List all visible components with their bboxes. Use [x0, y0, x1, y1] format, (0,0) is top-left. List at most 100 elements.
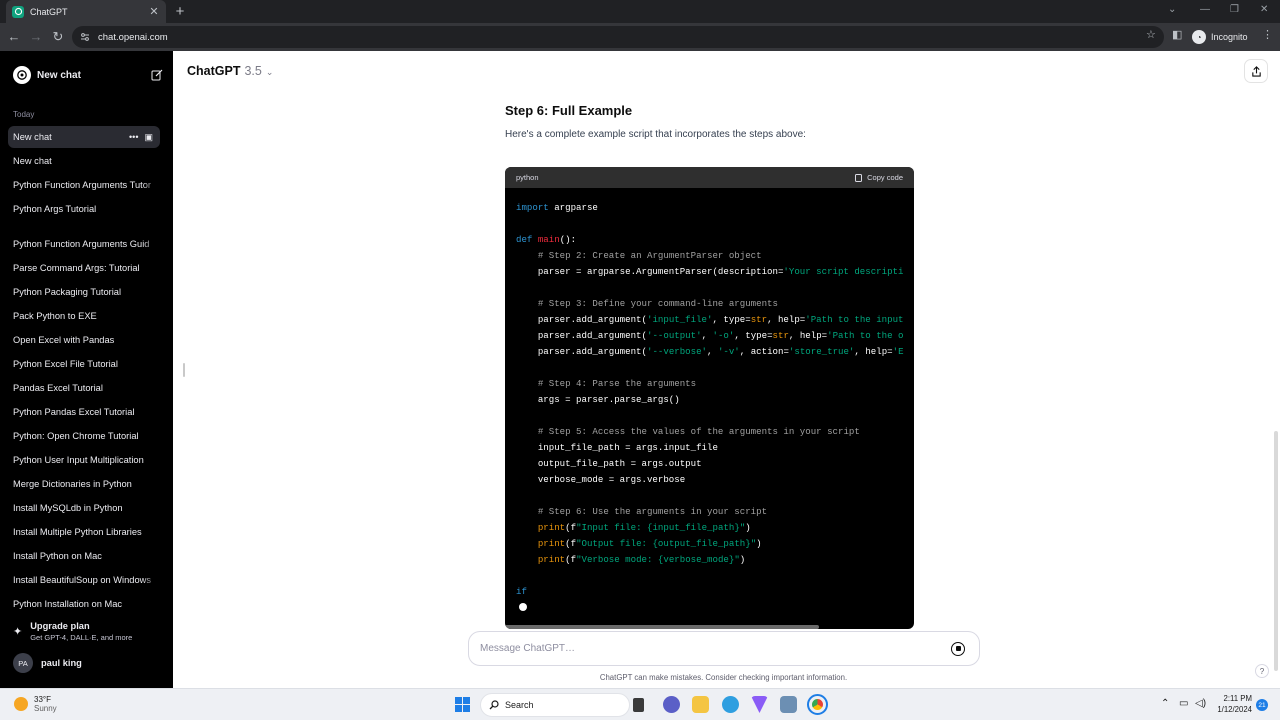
edge-icon[interactable]: [722, 696, 739, 713]
sidebar-item[interactable]: Python Pandas Excel Tutorial: [8, 401, 160, 423]
sidebar-item[interactable]: Install Multiple Python Libraries: [8, 521, 160, 543]
code-block-header: python Copy code: [505, 167, 914, 188]
code-language: python: [516, 173, 539, 182]
archive-icon[interactable]: ▣: [144, 132, 153, 143]
new-chat-label: New chat: [37, 69, 81, 81]
code-line: import argparse: [516, 202, 598, 213]
code-line: # Step 4: Parse the arguments: [537, 378, 697, 389]
chrome-icon[interactable]: [807, 694, 828, 715]
user-name: paul king: [41, 658, 82, 668]
section-label-today: Today: [13, 110, 35, 119]
sidebar-item[interactable]: Python Excel File Tutorial: [8, 353, 160, 375]
side-panel-icon[interactable]: ◧: [1172, 28, 1182, 41]
copy-icon: [855, 174, 863, 182]
windows-taskbar: 33°F Sunny Search ⌃ ▭ ◁) 2:11 PM 1/12/20…: [0, 688, 1280, 720]
site-info-icon[interactable]: [80, 32, 90, 42]
user-menu[interactable]: PA paul king: [13, 653, 82, 673]
code-horizontal-scrollbar[interactable]: [505, 625, 819, 629]
address-bar[interactable]: chat.openai.com: [72, 26, 1164, 48]
sidebar-item[interactable]: Merge Dictionaries in Python: [8, 473, 160, 495]
help-button[interactable]: ?: [1255, 664, 1269, 678]
browser-tab[interactable]: ChatGPT ✕: [6, 0, 166, 23]
stop-generating-button[interactable]: [951, 641, 965, 656]
sidebar-item[interactable]: Parse Command Args: Tutorial: [8, 257, 160, 279]
message-composer[interactable]: Message ChatGPT…: [468, 631, 980, 666]
sidebar-item[interactable]: Python Function Arguments Tutor: [8, 174, 160, 196]
notification-badge[interactable]: 21: [1256, 699, 1268, 711]
bookmark-star-icon[interactable]: ☆: [1146, 28, 1156, 41]
incognito-indicator[interactable]: ◔ Incognito: [1192, 26, 1248, 48]
tab-search-icon[interactable]: ⌄: [1168, 4, 1176, 15]
sidebar-item[interactable]: Pandas Excel Tutorial: [8, 377, 160, 399]
sidebar-item[interactable]: New chat: [8, 150, 160, 172]
forward-icon[interactable]: →: [28, 29, 44, 44]
main-panel: ChatGPT 3.5 ⌄ Step 6: Full Example Here'…: [173, 51, 1280, 688]
sidebar-item[interactable]: Install MySQLdb in Python: [8, 497, 160, 519]
new-tab-icon[interactable]: +: [173, 3, 187, 20]
reload-icon[interactable]: ↻: [50, 29, 66, 45]
sparkle-icon: ✦: [13, 626, 23, 638]
sidebar-item[interactable]: Pack Python to EXE: [8, 305, 160, 327]
tray-chevron-icon[interactable]: ⌃: [1161, 698, 1169, 709]
browser-menu-icon[interactable]: ⋮: [1262, 28, 1273, 41]
app-icon[interactable]: [751, 696, 768, 713]
sidebar-item-label: New chat: [13, 156, 52, 166]
close-window-icon[interactable]: ✕: [1260, 4, 1268, 15]
minimize-icon[interactable]: —: [1200, 4, 1210, 15]
sidebar-item[interactable]: Python User Input Multiplication: [8, 449, 160, 471]
model-selector[interactable]: ChatGPT 3.5 ⌄: [187, 64, 273, 78]
tab-close-icon[interactable]: ✕: [148, 5, 160, 18]
network-icon[interactable]: ▭: [1179, 698, 1188, 709]
code-line: verbose_mode = args.verbose: [516, 474, 686, 485]
edit-icon[interactable]: [151, 69, 163, 81]
sun-icon: [14, 697, 28, 711]
sidebar-item-label: Merge Dictionaries in Python: [13, 479, 132, 489]
sidebar-item[interactable]: Install Python on Mac: [8, 545, 160, 567]
more-options-icon[interactable]: •••: [129, 132, 138, 143]
file-explorer-icon[interactable]: [692, 696, 709, 713]
url-text: chat.openai.com: [98, 31, 168, 43]
volume-icon[interactable]: ◁): [1195, 698, 1206, 709]
sidebar-item-label: Python Packaging Tutorial: [13, 287, 122, 297]
new-chat-button[interactable]: New chat: [13, 66, 163, 84]
weather-widget[interactable]: 33°F Sunny: [14, 695, 57, 713]
sidebar-item-label: Pack Python to EXE: [13, 311, 97, 321]
sidebar-item[interactable]: Python Installation on Mac: [8, 593, 160, 615]
code-line: parser = argparse.ArgumentParser(descrip…: [516, 266, 904, 277]
search-icon: [489, 700, 499, 710]
task-view-icon[interactable]: [633, 698, 644, 712]
message-input[interactable]: Message ChatGPT…: [480, 643, 951, 654]
copy-code-button[interactable]: Copy code: [855, 173, 903, 182]
sidebar-item[interactable]: Open Excel with Pandas: [8, 329, 160, 351]
sidebar-item-label: Python: Open Chrome Tutorial: [13, 431, 139, 441]
code-line: # Step 6: Use the arguments in your scri…: [537, 506, 768, 517]
sidebar-item[interactable]: Python Args Tutorial: [8, 198, 160, 220]
taskbar-search[interactable]: Search: [480, 693, 630, 717]
teams-icon[interactable]: [663, 696, 680, 713]
sidebar-toggle-handle[interactable]: [183, 363, 185, 377]
page-scrollbar[interactable]: [1274, 431, 1278, 671]
sidebar-item[interactable]: Python: Open Chrome Tutorial: [8, 425, 160, 447]
sidebar-item-active[interactable]: New chat ••• ▣: [8, 126, 160, 148]
weather-condition: Sunny: [34, 704, 57, 713]
sidebar-item-label: Python Function Arguments Guid: [13, 239, 150, 249]
message-intro: Here's a complete example script that in…: [505, 129, 806, 140]
share-icon: [1251, 65, 1261, 77]
system-clock[interactable]: 2:11 PM 1/12/2024: [1216, 693, 1252, 715]
code-line: def main():: [516, 234, 577, 245]
windows-icon[interactable]: [455, 697, 470, 712]
sidebar-item[interactable]: Install BeautifulSoup on Windows: [8, 569, 160, 591]
chevron-down-icon: ⌄: [265, 67, 274, 77]
sidebar-item-label: Python Pandas Excel Tutorial: [13, 407, 135, 417]
sidebar-item-label: Python Function Arguments Tutor: [13, 180, 151, 190]
sidebar-item[interactable]: Python Packaging Tutorial: [8, 281, 160, 303]
incognito-icon: ◔: [1192, 30, 1206, 44]
back-icon[interactable]: ←: [6, 29, 22, 44]
share-button[interactable]: [1244, 59, 1268, 83]
sidebar-item[interactable]: Python Function Arguments Guid: [8, 233, 160, 255]
upgrade-plan-button[interactable]: ✦ Upgrade plan Get GPT-4, DALL·E, and mo…: [13, 621, 163, 647]
photos-icon[interactable]: [780, 696, 797, 713]
restore-icon[interactable]: ❐: [1230, 4, 1239, 15]
